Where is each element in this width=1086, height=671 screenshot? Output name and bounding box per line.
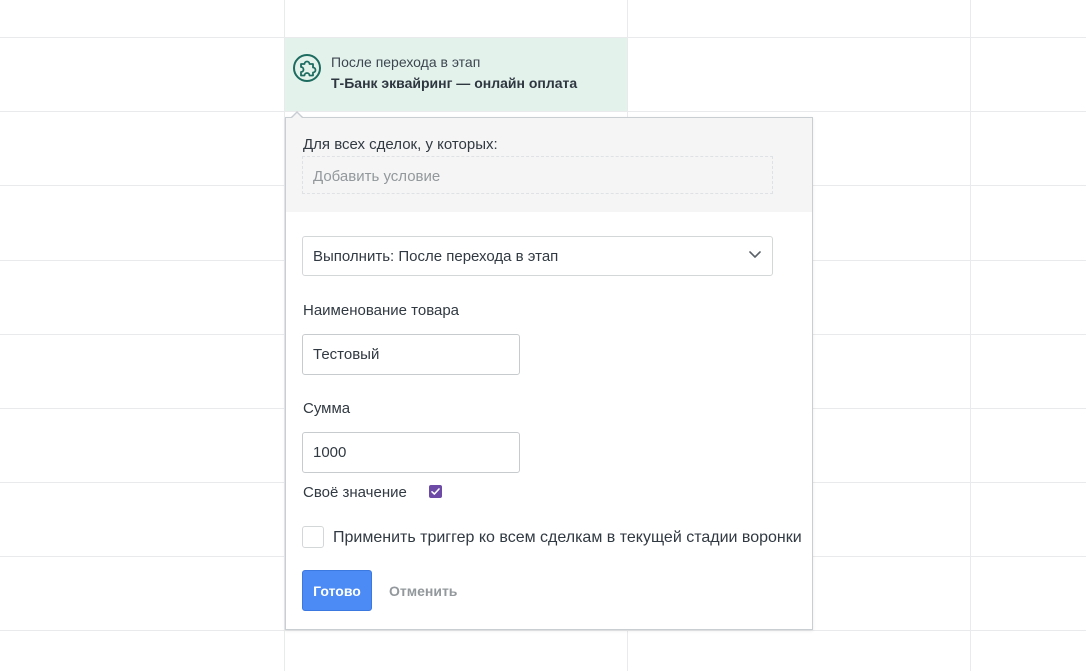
trigger-title: Т-Банк эквайринг — онлайн оплата (331, 75, 578, 91)
grid-line (0, 111, 1086, 112)
grid-line (970, 0, 971, 671)
execute-select[interactable]: Выполнить: После перехода в этап (302, 236, 773, 276)
product-name-label: Наименование товара (303, 302, 460, 319)
own-value-checkbox[interactable] (429, 485, 442, 498)
grid-line (0, 630, 1086, 631)
done-button[interactable]: Готово (302, 570, 372, 611)
trigger-subtitle: После перехода в этап (331, 54, 481, 70)
own-value-label: Своё значение (303, 484, 407, 501)
trigger-settings-popup: Для всех сделок, у которых: Добавить усл… (285, 117, 813, 630)
popup-notch-fill (291, 113, 303, 119)
conditions-section: Для всех сделок, у которых: Добавить усл… (286, 118, 812, 212)
conditions-label: Для всех сделок, у которых: (303, 136, 498, 153)
cancel-button[interactable]: Отменить (389, 583, 457, 599)
chevron-down-icon (749, 251, 761, 258)
execute-select-value: Выполнить: После перехода в этап (313, 248, 559, 265)
product-name-input[interactable] (302, 334, 520, 375)
apply-to-all-label[interactable]: Применить триггер ко всем сделкам в теку… (333, 529, 802, 547)
amount-label: Сумма (303, 400, 351, 417)
trigger-card[interactable]: После перехода в этап Т-Банк эквайринг —… (285, 38, 627, 111)
apply-to-all-checkbox[interactable] (302, 526, 324, 548)
add-condition-field[interactable]: Добавить условие (302, 156, 773, 194)
checkmark-icon (431, 488, 440, 495)
amount-input[interactable] (302, 432, 520, 473)
puzzle-icon (293, 54, 321, 82)
